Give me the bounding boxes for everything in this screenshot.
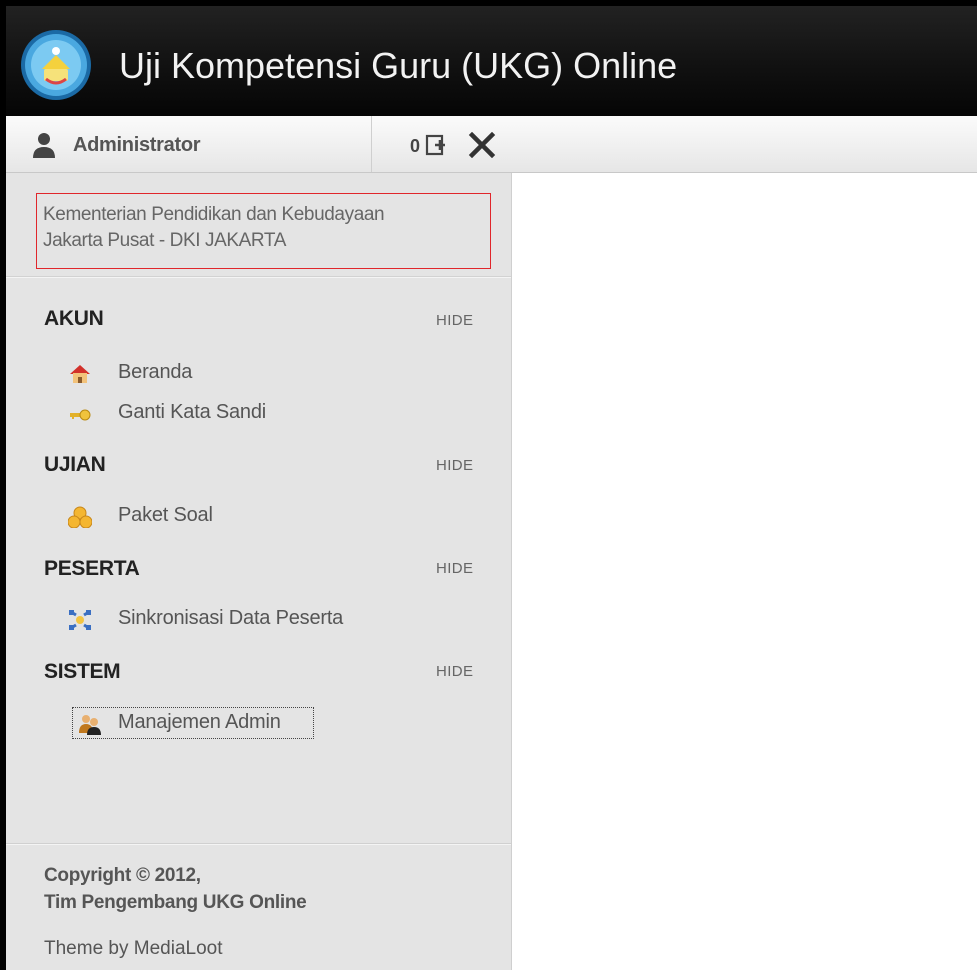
main-content	[512, 173, 977, 970]
theme-credit: Theme by MediaLoot	[44, 938, 223, 959]
section-title-sistem: SISTEM	[44, 660, 121, 683]
organization-name: Kementerian Pendidikan dan Kebudayaan	[43, 204, 385, 225]
section-title-peserta: PESERTA	[44, 557, 140, 580]
organization-location: Jakarta Pusat - DKI JAKARTA	[43, 230, 286, 251]
hide-sistem-button[interactable]: HIDE	[436, 663, 473, 680]
nav-label-sinkronisasi-data-peserta: Sinkronisasi Data Peserta	[118, 607, 344, 629]
nav-label-ganti-kata-sandi: Ganti Kata Sandi	[118, 401, 267, 423]
logout-close-icon[interactable]	[468, 132, 496, 158]
section-title-ujian: UJIAN	[44, 453, 106, 476]
user-icon	[33, 133, 55, 158]
user-info: Administrator	[6, 116, 372, 172]
app-window: Uji Kompetensi Guru (UKG) Online Adminis…	[6, 6, 977, 970]
copyright-text: Copyright © 2012,	[44, 865, 201, 886]
sidebar: Kementerian Pendidikan dan Kebudayaan Ja…	[6, 173, 512, 970]
inbox-icon[interactable]	[425, 134, 447, 156]
app-title: Uji Kompetensi Guru (UKG) Online	[119, 45, 678, 86]
hide-peserta-button[interactable]: HIDE	[436, 560, 473, 577]
copyright-team: Tim Pengembang UKG Online	[44, 892, 307, 913]
nav-label-paket-soal: Paket Soal	[118, 504, 213, 526]
admin-users-icon	[79, 715, 101, 735]
nav-label-manajemen-admin: Manajemen Admin	[118, 711, 281, 733]
logo-icon	[21, 30, 91, 100]
user-name: Administrator	[73, 134, 201, 156]
hide-akun-button[interactable]: HIDE	[436, 312, 473, 329]
sync-icon	[69, 610, 91, 630]
hide-ujian-button[interactable]: HIDE	[436, 457, 473, 474]
key-icon	[70, 409, 91, 421]
divider	[6, 276, 511, 278]
organization-info: Kementerian Pendidikan dan Kebudayaan Ja…	[36, 193, 491, 269]
header-bar: Uji Kompetensi Guru (UKG) Online	[6, 6, 977, 116]
home-icon	[70, 365, 90, 383]
divider	[6, 843, 511, 845]
package-icon	[68, 506, 92, 528]
section-title-akun: AKUN	[44, 307, 104, 330]
nav-label-beranda: Beranda	[118, 361, 193, 383]
user-toolbar: Administrator 0	[6, 116, 977, 173]
message-count: 0	[410, 136, 421, 156]
